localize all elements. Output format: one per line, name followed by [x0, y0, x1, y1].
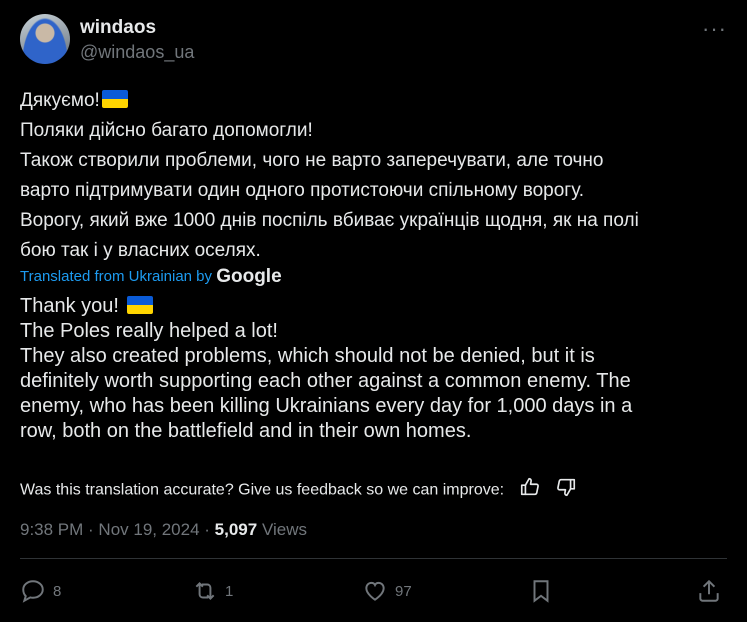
translation-attribution[interactable]: Translated from Ukrainian by Google — [20, 266, 282, 288]
tweet-line: Поляки дійсно багато допомогли! — [20, 120, 313, 141]
retweet-button[interactable]: 1 — [192, 578, 233, 604]
reply-icon — [22, 580, 44, 603]
reply-button[interactable]: 8 — [20, 578, 61, 604]
views-count: 5,097 — [214, 520, 258, 539]
tweet-text: Дякуємо! Поляки дійсно багато допомогли!… — [20, 86, 720, 266]
meta-separator: · — [83, 520, 99, 539]
translation-line: enemy, who has been killing Ukrainians e… — [20, 395, 633, 417]
reply-count: 8 — [53, 582, 62, 600]
avatar[interactable] — [20, 14, 70, 64]
tweet-line: Ворогу, який вже 1000 днів поспіль вбива… — [20, 210, 639, 231]
divider — [20, 558, 727, 559]
tweet-header: windaos @windaos_ua ··· — [20, 14, 733, 66]
tweet-line: варто підтримувати один одного протистою… — [20, 180, 585, 201]
display-name[interactable]: windaos — [80, 16, 194, 40]
tweet-line: Дякуємо! — [20, 86, 720, 116]
handle[interactable]: @windaos_ua — [80, 40, 194, 64]
thumbs-up-icon[interactable] — [519, 476, 541, 505]
google-logo: Google — [216, 266, 282, 287]
share-icon — [699, 579, 719, 602]
action-bar: 8 1 97 — [20, 578, 727, 608]
translated-text: Thank you! The Poles really helped a lot… — [20, 294, 730, 444]
thumbs-down-icon[interactable] — [555, 476, 577, 505]
translation-line: row, both on the battlefield and in thei… — [20, 420, 472, 442]
ukraine-flag-icon — [126, 296, 153, 314]
translation-line: Thank you! — [20, 294, 730, 319]
retweet-icon — [195, 582, 215, 600]
translation-line: definitely worth supporting each other a… — [20, 370, 631, 392]
feedback-text: Was this translation accurate? Give us f… — [20, 481, 505, 499]
retweet-count: 1 — [225, 582, 234, 600]
tweet-date[interactable]: Nov 19, 2024 — [98, 520, 199, 539]
translation-line: They also created problems, which should… — [20, 345, 595, 367]
heart-icon — [365, 581, 385, 601]
like-count: 97 — [395, 582, 412, 600]
meta-separator: · — [199, 520, 215, 539]
bookmark-button[interactable] — [528, 578, 554, 604]
tweet-line: бою так і у власних оселях. — [20, 240, 261, 261]
views-label: Views — [257, 520, 307, 539]
tweet-meta: 9:38 PM · Nov 19, 2024 · 5,097 Views — [20, 518, 307, 542]
bookmark-icon — [533, 580, 549, 603]
tweet-line: Також створили проблеми, чого не варто з… — [20, 150, 604, 171]
translation-line: The Poles really helped a lot! — [20, 320, 278, 342]
ukraine-flag-icon — [101, 90, 128, 108]
translation-label[interactable]: Translated from Ukrainian by — [20, 268, 212, 285]
author-names[interactable]: windaos @windaos_ua — [80, 16, 194, 64]
tweet-time[interactable]: 9:38 PM — [20, 520, 83, 539]
more-options-icon[interactable]: ··· — [702, 16, 727, 42]
share-button[interactable] — [696, 578, 722, 604]
like-button[interactable]: 97 — [362, 578, 412, 604]
translation-feedback: Was this translation accurate? Give us f… — [20, 476, 577, 505]
